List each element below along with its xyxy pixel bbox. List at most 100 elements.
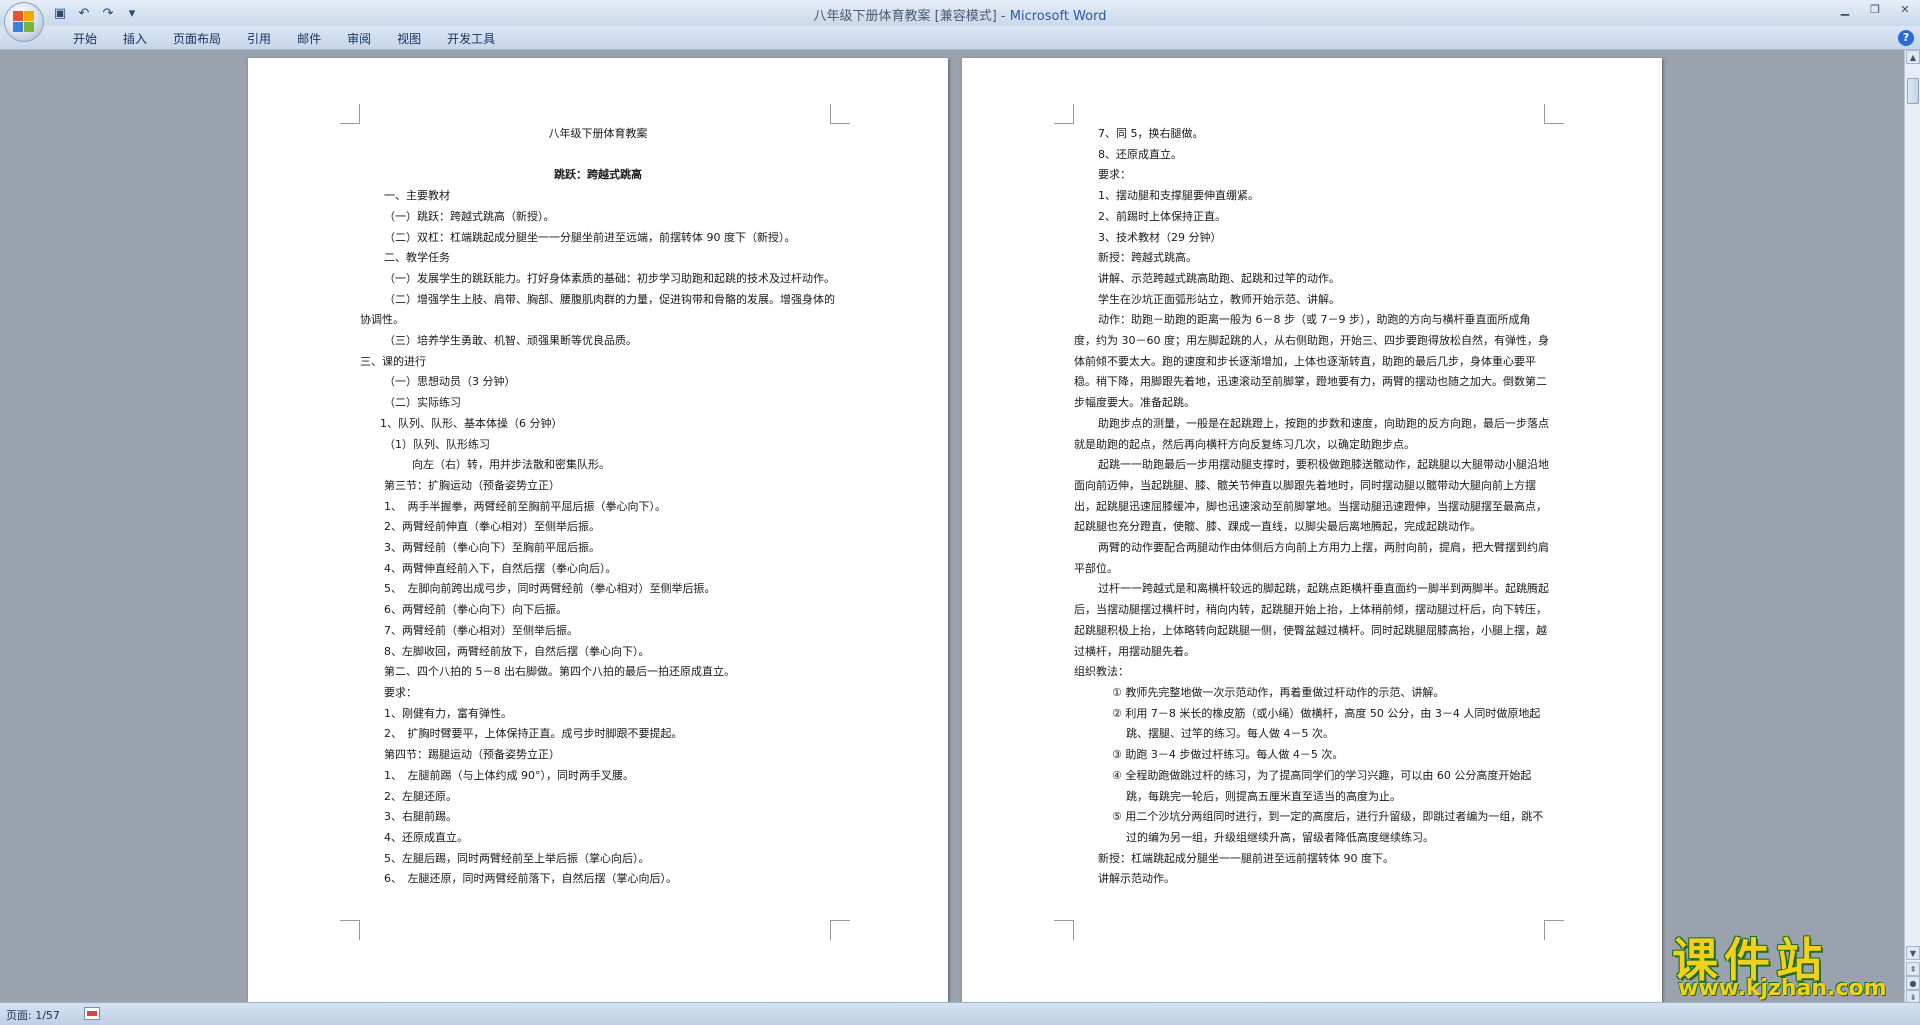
- paragraph: 3、技术教材（29 分钟）: [1098, 230, 1222, 244]
- tab-page-layout[interactable]: 页面布局: [160, 28, 234, 49]
- paragraph: 第四节：踢腿运动（预备姿势立正）: [384, 748, 560, 762]
- tab-mailings[interactable]: 邮件: [284, 28, 334, 49]
- window-title: 八年级下册体育教案 [兼容模式] - Microsoft Word: [0, 5, 1920, 24]
- empty-paragraph: [360, 145, 836, 166]
- paragraph: 8、还原成直立。: [1098, 147, 1182, 161]
- paragraph: 4、还原成直立。: [384, 830, 468, 844]
- document-title: 八年级下册体育教案 [兼容模式] -: [813, 9, 1010, 24]
- paragraph: 2、 扩胸时臂要平，上体保持正直。成弓步时脚跟不要提起。: [384, 727, 683, 741]
- tab-home[interactable]: 开始: [60, 28, 110, 49]
- paragraph: 1、 左腿前踢（与上体约成 90°），同时两手叉腰。: [384, 768, 634, 782]
- watermark-url: www.kjzhan.com: [1678, 976, 1887, 1001]
- paragraph: 动作：助跑－助跑的距离一般为 6－8 步（或 7－9 步），助跑的方向与横杆垂直…: [1074, 313, 1549, 410]
- minimize-icon[interactable]: ▁: [1830, 0, 1860, 19]
- office-logo-icon: [13, 11, 35, 33]
- paragraph: （1）队列、队形练习: [384, 437, 490, 451]
- paragraph: 8、左脚收回，两臂经前放下，自然后摆（拳心向下）。: [384, 644, 650, 658]
- tab-references[interactable]: 引用: [234, 28, 284, 49]
- help-icon[interactable]: ?: [1898, 30, 1914, 46]
- page-1-body[interactable]: 八年级下册体育教案 跳跃：跨越式跳高 一、主要教材 （一）跳跃：跨越式跳高（新授…: [360, 124, 836, 890]
- paragraph: 要求：: [384, 685, 417, 699]
- paragraph: 5、 左脚向前跨出成弓步，同时两臂经前（拳心相对）至侧举后振。: [384, 582, 716, 596]
- paragraph: 1、摆动腿和支撑腿要伸直绷紧。: [1098, 189, 1259, 203]
- browse-object-icon[interactable]: ●: [1906, 976, 1920, 990]
- page-2-body[interactable]: 7、同 5，换右腿做。 8、还原成直立。 要求： 1、摆动腿和支撑腿要伸直绷紧。…: [1074, 124, 1550, 890]
- paragraph: 讲解示范动作。: [1098, 872, 1175, 886]
- paragraph: （一）跳跃：跨越式跳高（新授）。: [384, 209, 555, 223]
- paragraph: 新授：杠端跳起成分腿坐一一腿前进至远前摆转体 90 度下。: [1098, 851, 1394, 865]
- paragraph: 要求：: [1098, 168, 1131, 182]
- crop-mark: [1054, 920, 1074, 940]
- paragraph: 1、刚健有力，富有弹性。: [384, 706, 512, 720]
- paragraph: （一）发展学生的跳跃能力。打好身体素质的基础：初步学习助跑和起跳的技术及过杆动作…: [384, 271, 835, 285]
- paragraph: （二）增强学生上肢、肩带、胸部、腰腹肌肉群的力量，促进钩带和骨骼的发展。增强身体…: [360, 292, 835, 327]
- tab-review[interactable]: 审阅: [334, 28, 384, 49]
- crop-mark: [1544, 920, 1564, 940]
- paragraph: 6、两臂经前（拳心向下）向下后振。: [384, 603, 567, 617]
- title-bar: ▣ ↶ ↷ ▾ 八年级下册体育教案 [兼容模式] - Microsoft Wor…: [0, 0, 1920, 42]
- app-name: Microsoft Word: [1009, 9, 1107, 24]
- document-page-1: 八年级下册体育教案 跳跃：跨越式跳高 一、主要教材 （一）跳跃：跨越式跳高（新授…: [248, 58, 948, 1002]
- paragraph: （一）思想动员（3 分钟）: [384, 375, 516, 389]
- status-bar: 页面: 1/57: [0, 1002, 1920, 1025]
- crop-mark: [340, 104, 360, 124]
- paragraph: 新授：跨越式跳高。: [1098, 251, 1197, 265]
- crop-mark: [830, 104, 850, 124]
- paragraph: 二、教学任务: [384, 251, 450, 265]
- list-item: ② 利用 7－8 米长的橡皮筋（或小绳）做横杆，高度 50 公分，由 3－4 人…: [1112, 706, 1541, 741]
- document-workspace: 八年级下册体育教案 跳跃：跨越式跳高 一、主要教材 （一）跳跃：跨越式跳高（新授…: [0, 50, 1904, 1002]
- ribbon-tabs: 开始 插入 页面布局 引用 邮件 审阅 视图 开发工具: [60, 28, 508, 49]
- paragraph: 讲解、示范跨越式跳高助跑、起跳和过竿的动作。: [1098, 271, 1340, 285]
- crop-mark: [830, 920, 850, 940]
- paragraph: 2、两臂经前伸直（拳心相对）至侧举后振。: [384, 520, 600, 534]
- paragraph: 6、 左腿还原，同时两臂经前落下，自然后摆（掌心向后）。: [384, 872, 677, 886]
- close-icon[interactable]: ✕: [1890, 0, 1920, 19]
- paragraph: 一、主要教材: [384, 189, 450, 203]
- tab-insert[interactable]: 插入: [110, 28, 160, 49]
- paragraph: 起跳一一助跑最后一步用摆动腿支撑时，要积极做跑膝送髋动作，起跳腿以大腿带动小腿沿…: [1074, 458, 1549, 534]
- paragraph: 4、两臂伸直经前入下，自然后摆（拳心向后）。: [384, 561, 617, 575]
- tab-developer[interactable]: 开发工具: [434, 28, 508, 49]
- office-button[interactable]: [4, 2, 44, 42]
- paragraph: 三、课的进行: [360, 354, 426, 368]
- page-count[interactable]: 页面: 1/57: [6, 1007, 60, 1023]
- tab-view[interactable]: 视图: [384, 28, 434, 49]
- paragraph: 组织教法：: [1074, 665, 1129, 679]
- ribbon-tab-bar: 开始 插入 页面布局 引用 邮件 审阅 视图 开发工具 ?: [0, 26, 1920, 50]
- list-item: ④ 全程助跑做跳过杆的练习，为了提高同学们的学习兴趣，可以由 60 公分高度开始…: [1112, 768, 1532, 803]
- paragraph: 助跑步点的测量，一般是在起跳蹬上，按跑的步数和速度，向助跑的反方向跑，最后一步落…: [1074, 416, 1549, 451]
- paragraph: 2、左腿还原。: [384, 789, 457, 803]
- paragraph: 7、两臂经前（拳心相对）至侧举后振。: [384, 623, 578, 637]
- paragraph: 5、左腿后踢，同时两臂经前至上举后振（掌心向后）。: [384, 851, 650, 865]
- document-page-2: 7、同 5，换右腿做。 8、还原成直立。 要求： 1、摆动腿和支撑腿要伸直绷紧。…: [962, 58, 1662, 1002]
- paragraph: 向左（右）转，用并步法散和密集队形。: [412, 458, 610, 472]
- paragraph: （二）双杠：杠端跳起成分腿坐一一分腿坐前进至远端，前摆转体 90 度下（新授）。: [384, 230, 796, 244]
- paragraph: 两臂的动作要配合两腿动作由体侧后方向前上方用力上摆，两肘向前，提肩，把大臂摆到约…: [1074, 541, 1549, 575]
- paragraph: （二）实际练习: [384, 396, 461, 410]
- document-title-line: 八年级下册体育教案: [548, 127, 648, 140]
- paragraph: （三）培养学生勇敢、机智、顽强果断等优良品质。: [384, 334, 637, 348]
- maximize-icon[interactable]: ❐: [1860, 0, 1890, 19]
- list-item: ⑤ 用二个沙坑分两组同时进行，到一定的高度后，进行升留级，即跳过者编为一组，跳不…: [1112, 810, 1544, 844]
- paragraph: 过杆一一跨越式是和离横杆较远的脚起跳，起跳点距横杆垂直面约一脚半到两脚半。起跳腾…: [1074, 582, 1549, 658]
- paragraph: 第二、四个八拍的 5－8 出右脚做。第四个八拍的最后一拍还原成直立。: [384, 665, 735, 679]
- watermark-logo: 课件站 www.kjzhan.com: [1664, 924, 1904, 1001]
- paragraph: 学生在沙坑正面弧形站立，教师开始示范、讲解。: [1098, 292, 1340, 306]
- list-item: ① 教师先完整地做一次示范动作，再着重做过杆动作的示范、讲解。: [1112, 685, 1445, 699]
- list-item: ③ 助跑 3－4 步做过杆练习。每人做 4－5 次。: [1112, 748, 1344, 762]
- paragraph: 7、同 5，换右腿做。: [1098, 127, 1204, 140]
- crop-mark: [340, 920, 360, 940]
- section-heading: 跳跃：跨越式跳高: [554, 168, 642, 182]
- scroll-up-icon[interactable]: ▲: [1906, 50, 1920, 64]
- crop-mark: [1544, 104, 1564, 124]
- proofing-icon[interactable]: [84, 1007, 100, 1020]
- paragraph: 3、右腿前踢。: [384, 810, 457, 824]
- window-controls: ▁ ❐ ✕: [1830, 0, 1920, 20]
- paragraph: 1、 两手半握拳，两臂经前至胸前平屈后振（拳心向下）。: [384, 499, 666, 513]
- scroll-down-icon[interactable]: ▼: [1906, 946, 1920, 960]
- paragraph: 3、两臂经前（拳心向下）至胸前平屈后振。: [384, 541, 600, 555]
- previous-page-icon[interactable]: ⇞: [1906, 962, 1920, 976]
- paragraph: 2、前踢时上体保持正直。: [1098, 209, 1226, 223]
- scroll-thumb[interactable]: [1907, 78, 1919, 104]
- vertical-scrollbar[interactable]: ▲ ▼ ⇞ ● ⇟: [1904, 50, 1920, 1004]
